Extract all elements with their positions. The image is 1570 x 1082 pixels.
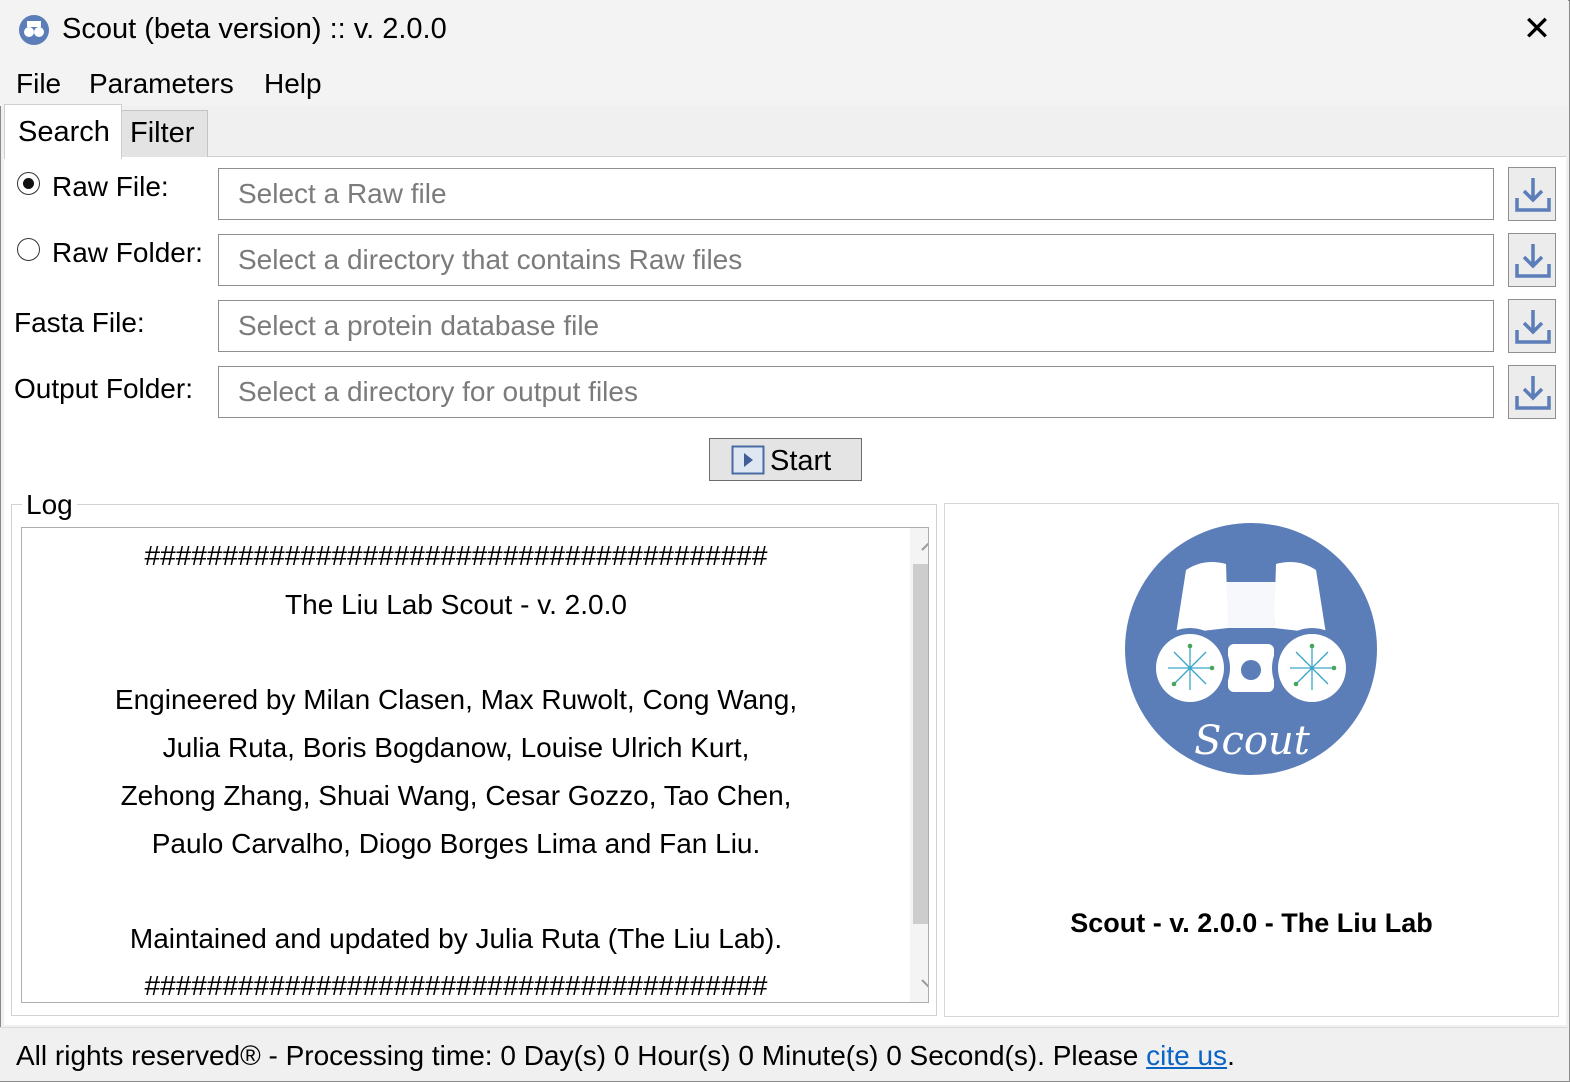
output-folder-browse-button[interactable] (1508, 365, 1556, 419)
fasta-file-field (218, 300, 1494, 352)
raw-folder-label: Raw Folder: (52, 237, 203, 268)
log-line: Julia Ruta, Boris Bogdanow, Louise Ulric… (162, 732, 750, 763)
logo-wordmark: Scout (1194, 718, 1311, 764)
raw-folder-field (218, 234, 1494, 286)
menu-help[interactable]: Help (264, 66, 322, 102)
tab-search[interactable]: Search (4, 104, 122, 159)
raw-file-input[interactable] (219, 169, 1493, 219)
tab-filter[interactable]: Filter (121, 110, 208, 157)
scroll-down-button[interactable] (910, 966, 928, 1000)
log-line: The Liu Lab Scout - v. 2.0.0 (285, 589, 627, 620)
log-scrollbar-thumb[interactable] (913, 564, 928, 924)
menu-bar: File Parameters Help (0, 58, 1568, 106)
tab-search-label: Search (18, 116, 110, 148)
chevron-down-icon (921, 979, 928, 988)
raw-folder-browse-button[interactable] (1508, 233, 1556, 287)
chevron-up-icon (921, 542, 928, 551)
log-legend: Log (22, 488, 77, 522)
cite-us-link[interactable]: cite us (1146, 1040, 1227, 1071)
output-folder-label: Output Folder: (14, 373, 193, 404)
download-arrow-icon (1515, 178, 1551, 212)
raw-file-field (218, 168, 1494, 220)
status-text: All rights reserved® - Processing time: … (16, 1038, 1235, 1074)
radio-selected-dot (23, 178, 34, 189)
tab-filter-label: Filter (130, 117, 195, 149)
status-suffix: . (1227, 1040, 1235, 1071)
raw-file-browse-button[interactable] (1508, 167, 1556, 221)
log-line: ######################################## (144, 970, 768, 1001)
log-line: Engineered by Milan Clasen, Max Ruwolt, … (114, 684, 798, 715)
raw-folder-input[interactable] (219, 235, 1493, 285)
close-button[interactable]: ✕ (1512, 8, 1562, 50)
start-button[interactable]: Start (709, 438, 862, 481)
log-textbox[interactable]: ########################################… (21, 527, 929, 1003)
scroll-up-button[interactable] (910, 530, 928, 564)
raw-file-radio[interactable] (17, 172, 40, 195)
scout-logo: Scout (1125, 523, 1377, 775)
close-icon: ✕ (1522, 10, 1552, 48)
fasta-file-input[interactable] (219, 301, 1493, 351)
window-title: Scout (beta version) :: v. 2.0.0 (62, 13, 447, 45)
app-icon (19, 15, 49, 45)
menu-file[interactable]: File (16, 66, 61, 102)
download-arrow-icon (1515, 376, 1551, 410)
log-line: ######################################## (144, 540, 768, 571)
log-line: Paulo Carvalho, Diogo Borges Lima and Fa… (151, 828, 761, 859)
download-arrow-icon (1515, 244, 1551, 278)
status-bar: All rights reserved® - Processing time: … (0, 1027, 1568, 1081)
start-label: Start (770, 445, 832, 477)
output-folder-input[interactable] (219, 367, 1493, 417)
fasta-file-label: Fasta File: (14, 307, 145, 338)
status-message: All rights reserved® - Processing time: … (16, 1040, 1147, 1071)
download-arrow-icon (1515, 310, 1551, 344)
output-folder-field (218, 366, 1494, 418)
menu-parameters[interactable]: Parameters (89, 66, 234, 102)
raw-file-label: Raw File: (52, 171, 169, 202)
logo-caption: Scout - v. 2.0.0 - The Liu Lab (1070, 908, 1433, 938)
play-icon (731, 445, 765, 475)
fasta-file-browse-button[interactable] (1508, 299, 1556, 353)
log-line: Maintained and updated by Julia Ruta (Th… (129, 923, 783, 954)
log-line: Zehong Zhang, Shuai Wang, Cesar Gozzo, T… (120, 780, 792, 811)
raw-folder-radio[interactable] (17, 238, 40, 261)
